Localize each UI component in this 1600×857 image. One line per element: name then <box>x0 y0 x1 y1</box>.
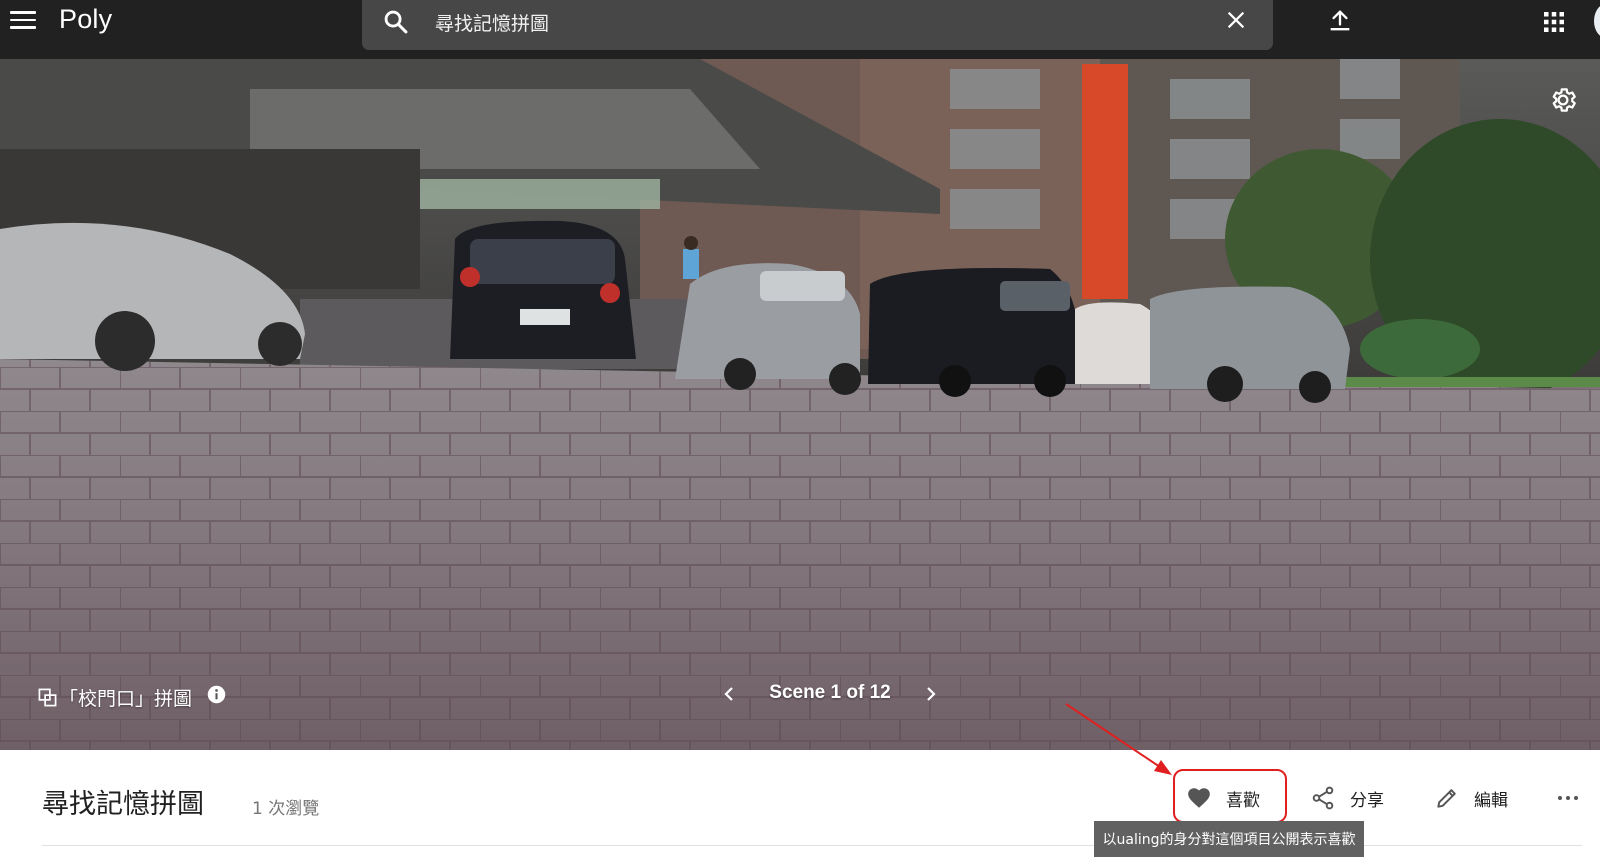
car-silver-yaris <box>675 263 861 395</box>
panorama-viewer[interactable]: 「校門口」拼圖 Scene 1 of 12 <box>0 59 1600 750</box>
info-icon[interactable] <box>206 684 227 705</box>
like-button[interactable]: 喜歡 <box>1186 780 1260 816</box>
search-bar <box>362 0 1273 50</box>
scene-title: 「校門口」拼圖 <box>38 684 227 711</box>
hamburger-menu-icon[interactable] <box>10 11 36 31</box>
scene-title-label: 「校門口」拼圖 <box>59 688 193 710</box>
like-label: 喜歡 <box>1226 790 1260 811</box>
view-count: 1 次瀏覽 <box>252 799 320 819</box>
like-tooltip: 以ualing的身分對這個項目公開表示喜歡 <box>1094 821 1364 857</box>
tour-icon <box>38 688 57 707</box>
pencil-icon <box>1437 789 1456 808</box>
heart-icon <box>1188 788 1210 808</box>
search-input[interactable] <box>435 8 1175 36</box>
close-icon[interactable] <box>1225 9 1247 31</box>
more-horiz-icon <box>1558 796 1578 800</box>
top-app-bar: Poly <box>0 0 1600 59</box>
scene-navigator: Scene 1 of 12 <box>720 679 940 709</box>
share-label: 分享 <box>1350 790 1384 811</box>
upload-icon[interactable] <box>1326 7 1354 35</box>
share-button[interactable]: 分享 <box>1310 780 1384 816</box>
gear-icon[interactable] <box>1548 85 1578 115</box>
edit-label: 編輯 <box>1474 790 1508 811</box>
page-title: 尋找記憶拼圖 <box>42 789 204 820</box>
edit-button[interactable]: 編輯 <box>1434 780 1508 816</box>
panorama-image <box>0 59 1600 750</box>
scene-counter: Scene 1 of 12 <box>769 682 891 703</box>
chevron-right-icon[interactable] <box>922 683 940 705</box>
chevron-left-icon[interactable] <box>720 683 738 705</box>
app-logo[interactable]: Poly <box>59 4 112 35</box>
share-icon <box>1312 786 1334 810</box>
car-black-van <box>868 268 1080 397</box>
apps-grid-icon[interactable] <box>1542 10 1566 34</box>
search-icon[interactable] <box>382 8 410 36</box>
more-options-button[interactable] <box>1556 780 1580 816</box>
car-black-vw <box>450 220 636 359</box>
car-grey-right <box>1150 286 1350 403</box>
avatar[interactable] <box>1594 4 1600 38</box>
